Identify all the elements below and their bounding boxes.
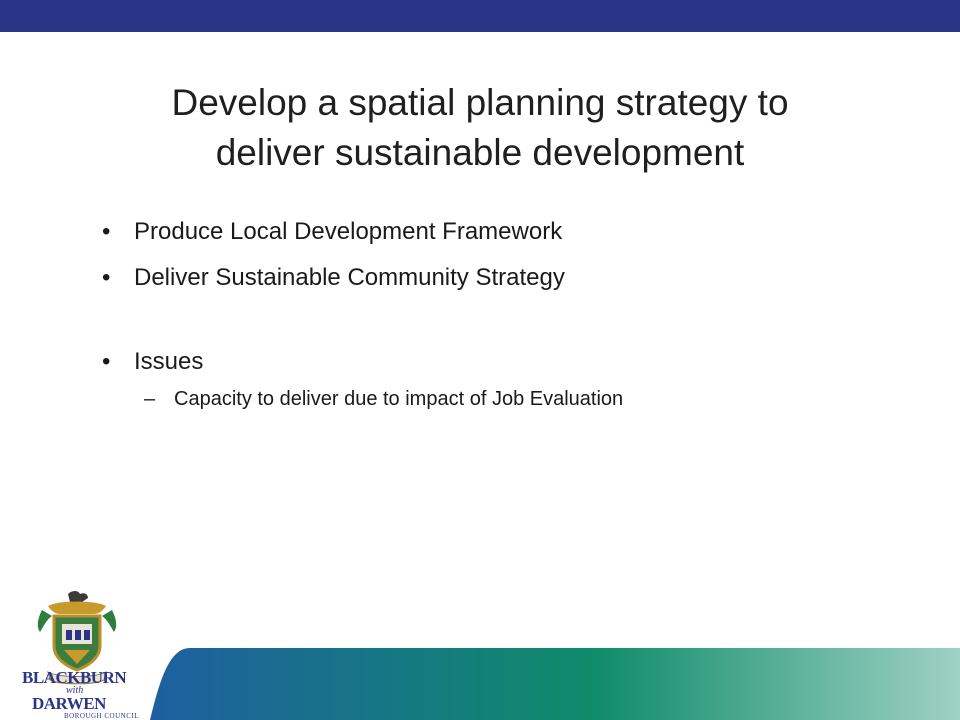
bullet-dot: • — [102, 264, 111, 291]
bullet-dot: • — [102, 218, 111, 245]
bullet-text: Deliver Sustainable Community Strategy — [134, 264, 565, 291]
logo-borough-council: BOROUGH COUNCIL — [64, 712, 139, 720]
slide-title: Develop a spatial planning strategy to d… — [60, 78, 900, 178]
sub-bullet-item: – Capacity to deliver due to impact of J… — [102, 386, 902, 412]
bullet-text: Issues — [134, 348, 204, 375]
bottom-gradient-band — [150, 648, 960, 720]
sub-bullet-dash: – — [144, 388, 156, 410]
bullet-item: • Deliver Sustainable Community Strategy — [102, 262, 902, 308]
council-logo: BLACKBURN with DARWEN BOROUGH COUNCIL — [18, 588, 139, 720]
sub-bullet-text: Capacity to deliver due to impact of Job… — [174, 388, 624, 410]
bullet-dot: • — [102, 348, 111, 375]
bullet-item: • Produce Local Development Framework — [102, 216, 902, 262]
bullet-text: Produce Local Development Framework — [134, 218, 563, 245]
slide-title-line-1: Develop a spatial planning strategy to — [171, 82, 789, 123]
slide-title-line-2: deliver sustainable development — [215, 132, 745, 173]
top-header-bar — [0, 0, 960, 32]
bullet-list: • Produce Local Development Framework • … — [102, 216, 902, 412]
logo-darwen: DARWEN — [32, 694, 106, 713]
